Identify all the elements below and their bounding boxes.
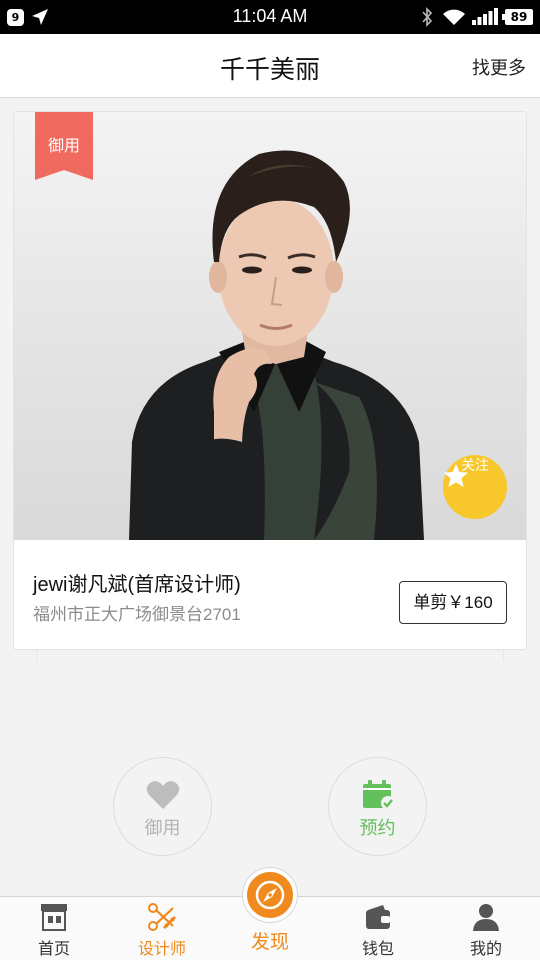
- heart-icon: [146, 781, 179, 809]
- wallet-icon: [366, 905, 390, 929]
- find-more-button[interactable]: 找更多: [472, 54, 526, 80]
- tab-wallet-label: 钱包: [361, 939, 394, 958]
- tab-mine-label: 我的: [469, 939, 502, 958]
- follow-button[interactable]: 关注: [443, 455, 507, 519]
- stylist-card[interactable]: 御用 关注 jewi谢凡斌(首席设计师) 福州市正大广场御景台2701 单剪￥1…: [13, 111, 527, 650]
- header: 千千美丽 找更多: [0, 34, 540, 98]
- tab-designer[interactable]: 设计师: [108, 897, 216, 960]
- tab-designer-label: 设计师: [137, 939, 186, 958]
- royal-action-button[interactable]: 御用: [113, 757, 212, 856]
- scissors-comb-icon: [148, 903, 177, 931]
- royal-ribbon-tag: 御用: [35, 112, 93, 180]
- book-appointment-button[interactable]: 预约: [328, 757, 427, 856]
- tab-mine[interactable]: 我的: [432, 897, 540, 960]
- wifi-icon: [443, 9, 465, 25]
- tab-home-label: 首页: [37, 939, 70, 958]
- tab-home[interactable]: 首页: [0, 897, 108, 960]
- page-title: 千千美丽: [219, 55, 320, 84]
- royal-action-label: 御用: [144, 818, 181, 839]
- stylist-photo: 御用 关注: [14, 112, 526, 540]
- stylist-name: jewi谢凡斌(首席设计师): [33, 574, 241, 596]
- user-icon: [473, 904, 499, 931]
- price-button[interactable]: 单剪￥160: [399, 581, 507, 624]
- stacked-card-edge: [36, 650, 504, 662]
- bluetooth-icon: [422, 7, 433, 27]
- compass-icon: [255, 880, 285, 910]
- storefront-icon: [41, 904, 67, 931]
- star-icon: [444, 464, 468, 487]
- battery-icon: 89: [502, 9, 533, 25]
- discover-button[interactable]: [243, 868, 297, 922]
- tab-discover[interactable]: 发现: [216, 868, 324, 960]
- status-bar: 9 11:04 AM 89: [0, 0, 540, 34]
- calendar-check-icon: [362, 780, 395, 810]
- book-action-label: 预约: [359, 818, 396, 839]
- stylist-address: 福州市正大广场御景台2701: [33, 605, 241, 624]
- tab-discover-label: 发现: [250, 931, 289, 953]
- stylist-info: jewi谢凡斌(首席设计师) 福州市正大广场御景台2701 单剪￥160: [14, 540, 526, 649]
- signal-icon: [472, 8, 498, 25]
- tab-wallet[interactable]: 钱包: [324, 897, 432, 960]
